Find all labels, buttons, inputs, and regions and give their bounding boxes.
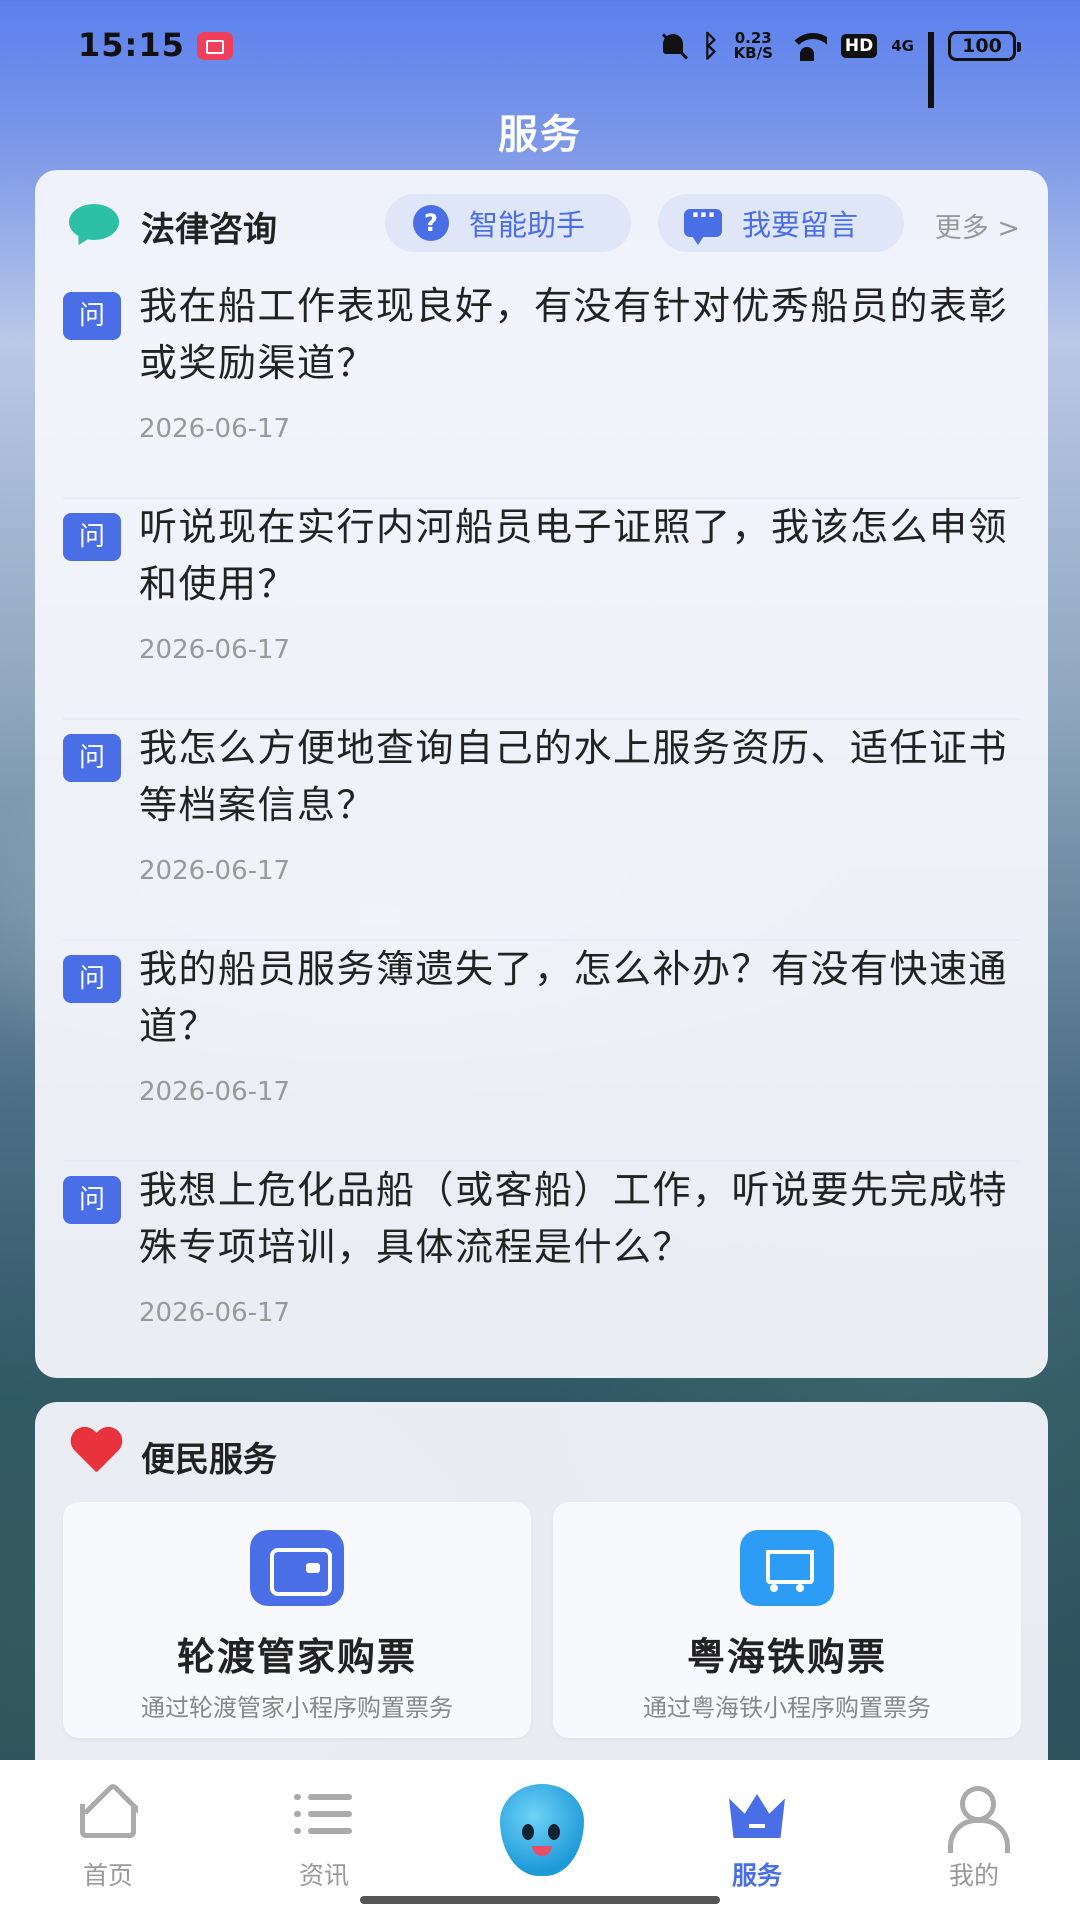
battery-icon: 100 [948,31,1021,61]
question-text: 我在船工作表现良好，有没有针对优秀船员的表彰或奖励渠道？ [139,284,1009,385]
qa-list: 问 我在船工作表现良好，有没有针对优秀船员的表彰或奖励渠道？ 2026-06-1… [35,278,1048,1383]
net-speed-unit: KB/S [733,44,773,62]
message-icon [684,201,722,245]
services-card-title: 便民服务 [141,1440,277,1480]
legal-card-header: 法律咨询 ? 智能助手 我要留言 更多 > [35,170,1048,276]
tab-mine[interactable]: 我的 [914,1780,1034,1890]
tab-service[interactable]: 服务 [697,1780,817,1890]
crown-icon [729,1794,785,1838]
tab-news-label: 资讯 [298,1861,349,1890]
tile-desc: 通过粤海铁小程序购置票务 [643,1694,931,1722]
smart-assistant-label: 智能助手 [469,208,586,242]
list-icon [294,1792,352,1836]
status-time: 15:15 [78,26,185,64]
network-type: 4G [891,37,914,55]
home-indicator [360,1896,720,1904]
tab-home[interactable]: 首页 [48,1780,168,1890]
qa-item[interactable]: 问 听说现在实行内河船员电子证照了，我该怎么申领和使用？ 2026-06-17 [63,499,1020,720]
more-link[interactable]: 更多 > [935,206,1020,245]
tab-mine-label: 我的 [948,1861,999,1890]
question-text: 我怎么方便地查询自己的水上服务资历、适任证书等档案信息？ [139,726,1009,827]
qa-item[interactable]: 问 我想上危化品船（或客船）工作，听说要先完成特殊专项培训，具体流程是什么？ 2… [63,1162,1020,1383]
qa-item[interactable]: 问 我怎么方便地查询自己的水上服务资历、适任证书等档案信息？ 2026-06-1… [63,720,1020,941]
question-text: 我想上危化品船（或客船）工作，听说要先完成特殊专项培训，具体流程是什么？ [139,1168,1009,1269]
wifi-icon [786,31,827,61]
page-title: 服务 [498,112,582,158]
status-icons: ᛒ 0.23 KB/S HD 4G 100 [658,26,1021,108]
cart-icon [740,1530,834,1606]
question-date: 2026-06-17 [139,856,291,886]
net-speed: 0.23 KB/S [734,31,773,61]
wallet-icon [250,1530,344,1606]
signal-icon [928,32,934,108]
leave-message-label: 我要留言 [742,208,859,242]
tile-name: 轮渡管家购票 [176,1635,417,1679]
tile-desc: 通过轮渡管家小程序购置票务 [141,1694,453,1722]
tab-news[interactable]: 资讯 [264,1780,384,1890]
rail-ticket-tile[interactable]: 粤海铁购票 通过粤海铁小程序购置票务 [553,1502,1021,1738]
legal-card-title: 法律咨询 [141,210,277,250]
question-badge: 问 [63,292,121,340]
status-bar: 15:15 ᛒ 0.23 KB/S HD 4G 100 [0,0,1080,108]
tile-name: 粤海铁购票 [686,1635,887,1679]
tab-service-label: 服务 [731,1861,782,1890]
home-icon-body [80,1804,136,1838]
question-text: 我的船员服务簿遗失了，怎么补办？有没有快速通道？ [139,947,1009,1048]
question-mark-icon: ? [413,205,449,241]
qa-item[interactable]: 问 我在船工作表现良好，有没有针对优秀船员的表彰或奖励渠道？ 2026-06-1… [63,278,1020,499]
ferry-ticket-tile[interactable]: 轮渡管家购票 通过轮渡管家小程序购置票务 [63,1502,531,1738]
bluetooth-icon: ᛒ [701,28,720,64]
question-badge: 问 [63,1176,121,1224]
question-date: 2026-06-17 [139,1298,291,1328]
smart-assistant-button[interactable]: ? 智能助手 [385,194,631,252]
mute-bell-icon [658,31,688,61]
question-date: 2026-06-17 [139,414,291,444]
tab-home-label: 首页 [82,1861,133,1890]
heart-icon [69,1428,123,1474]
question-badge: 问 [63,734,121,782]
question-date: 2026-06-17 [139,635,291,665]
hd-badge: HD [840,34,878,58]
question-text: 听说现在实行内河船员电子证照了，我该怎么申领和使用？ [139,505,1009,606]
chat-bubble-icon [69,204,119,240]
mascot-icon[interactable] [500,1784,584,1876]
legal-consult-card: 法律咨询 ? 智能助手 我要留言 更多 > 问 我在船工作表现良好，有没有针对优… [35,170,1048,1378]
question-date: 2026-06-17 [139,1077,291,1107]
leave-message-button[interactable]: 我要留言 [658,194,904,252]
question-badge: 问 [63,513,121,561]
screen-record-icon [197,32,233,60]
qa-item[interactable]: 问 我的船员服务簿遗失了，怎么补办？有没有快速通道？ 2026-06-17 [63,941,1020,1162]
user-icon [946,1784,1010,1853]
question-badge: 问 [63,955,121,1003]
